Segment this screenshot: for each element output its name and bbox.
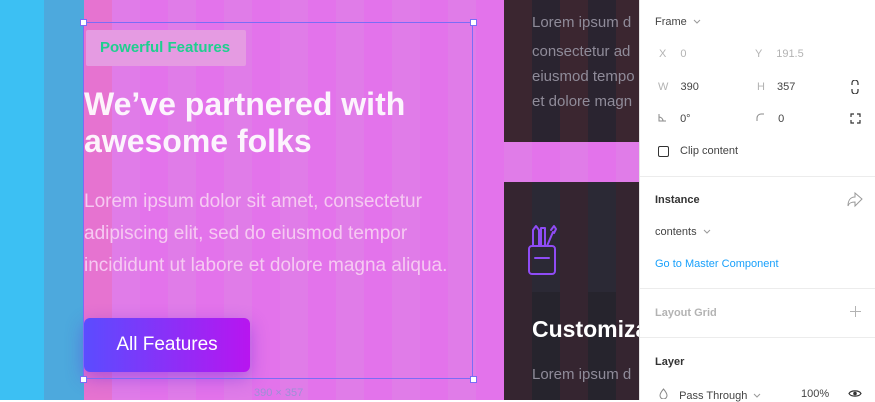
card-text-line: Lorem ipsum d xyxy=(532,14,632,31)
w-label: W xyxy=(658,81,669,93)
grid-column xyxy=(504,0,532,142)
h-label: H xyxy=(757,81,765,93)
card-title: Customiza xyxy=(532,316,639,342)
instance-value: contents xyxy=(655,226,697,238)
width-field[interactable]: W 390 xyxy=(658,81,699,93)
height-field[interactable]: H 357 xyxy=(757,81,795,93)
properties-panel: Frame X 0 Y 191.5 W 390 H 357 0° 0 Clip … xyxy=(639,0,875,402)
rotation-field[interactable]: 0° xyxy=(658,113,691,125)
instance-swap-dropdown[interactable]: contents xyxy=(655,226,711,238)
layer-section-title: Layer xyxy=(655,356,685,368)
grid-column xyxy=(504,182,532,400)
blend-mode-drop-icon xyxy=(659,388,668,400)
layer-opacity-value[interactable]: 100% xyxy=(801,388,829,400)
frame-label: Frame xyxy=(655,16,687,28)
blend-mode-value: Pass Through xyxy=(679,390,748,402)
rotation-icon xyxy=(658,114,666,122)
rotation-value: 0° xyxy=(680,113,691,125)
design-canvas[interactable]: Lorem ipsum d consectetur ad eiusmod tem… xyxy=(0,0,639,400)
frame-dropdown[interactable]: Frame xyxy=(655,16,701,28)
constrain-proportions-icon[interactable] xyxy=(850,80,860,94)
chevron-down-icon xyxy=(693,19,701,24)
clip-content-checkbox[interactable] xyxy=(658,146,669,157)
independent-corners-icon[interactable] xyxy=(850,113,861,124)
pencil-cup-icon xyxy=(528,225,557,275)
section-divider xyxy=(640,337,875,338)
card-text-line: Lorem ipsum d xyxy=(532,366,632,383)
y-field[interactable]: Y 191.5 xyxy=(755,48,804,60)
feature-card-top[interactable]: Lorem ipsum d consectetur ad eiusmod tem… xyxy=(504,0,639,142)
section-divider xyxy=(640,176,875,177)
y-value: 191.5 xyxy=(776,48,804,60)
selection-box[interactable] xyxy=(83,22,473,379)
feature-card-bottom[interactable]: Customiza Lorem ipsum d xyxy=(504,182,639,400)
selection-dimensions: 390 × 357 xyxy=(254,387,304,399)
h-value: 357 xyxy=(777,81,796,93)
resize-handle-bottom-right[interactable] xyxy=(470,376,477,383)
chevron-down-icon xyxy=(703,229,711,234)
background-strip xyxy=(44,0,84,400)
x-label: X xyxy=(659,48,667,60)
radius-value: 0 xyxy=(778,113,785,125)
chevron-down-icon xyxy=(754,393,761,398)
clip-content-label: Clip content xyxy=(680,145,739,157)
instance-section-title: Instance xyxy=(655,194,700,206)
w-value: 390 xyxy=(680,81,699,93)
background-strip xyxy=(0,0,44,400)
corner-radius-icon xyxy=(756,113,764,121)
section-divider xyxy=(640,288,875,289)
layout-grid-section-title: Layout Grid xyxy=(655,307,717,319)
y-label: Y xyxy=(755,48,763,60)
x-field[interactable]: X 0 xyxy=(659,48,687,60)
resize-handle-bottom-left[interactable] xyxy=(80,376,87,383)
resize-handle-top-right[interactable] xyxy=(470,19,477,26)
reset-instance-icon[interactable] xyxy=(847,191,864,208)
add-layout-grid-icon[interactable] xyxy=(850,306,861,317)
eye-icon[interactable] xyxy=(848,389,862,398)
x-value: 0 xyxy=(680,48,687,60)
corner-radius-field[interactable]: 0 xyxy=(756,113,784,125)
card-text-line: et dolore magn xyxy=(532,93,633,110)
go-to-master-link[interactable]: Go to Master Component xyxy=(655,258,779,270)
resize-handle-top-left[interactable] xyxy=(80,19,87,26)
